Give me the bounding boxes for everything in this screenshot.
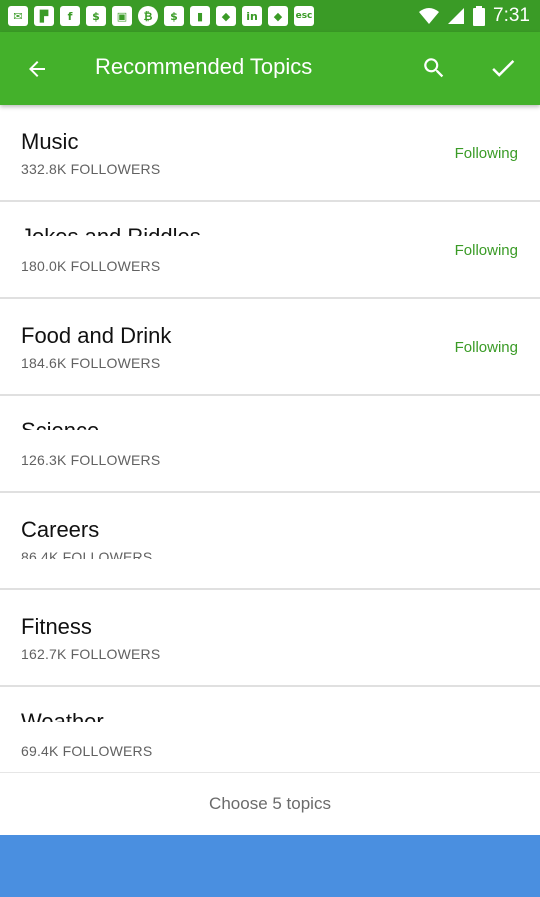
topic-row-weather[interactable]: Weather 69.4K FOLLOWERS bbox=[0, 687, 540, 773]
topic-name: Science bbox=[21, 418, 99, 430]
esc-icon: esc bbox=[294, 6, 314, 26]
follower-count: 69.4K FOLLOWERS bbox=[21, 743, 153, 759]
topic-name: Careers bbox=[21, 517, 100, 542]
fox-icon: ◆ bbox=[216, 6, 236, 26]
topic-row-jokes[interactable]: Jokes and Riddles 180.0K FOLLOWERS Follo… bbox=[0, 202, 540, 299]
follower-count: 162.7K FOLLOWERS bbox=[21, 646, 161, 662]
search-icon bbox=[424, 58, 444, 78]
image-icon: ▣ bbox=[112, 6, 132, 26]
check-icon bbox=[492, 60, 515, 77]
arrow-left-icon bbox=[29, 61, 45, 77]
status-bar: ✉ ▛ f $ ▣ ₿ $ ▮ ◆ in ◆ esc 7:31 bbox=[0, 0, 540, 32]
flipboard-icon: ▛ bbox=[34, 6, 54, 26]
topic-selection-hint: Choose 5 topics bbox=[0, 773, 540, 835]
money-bag-icon: $ bbox=[164, 6, 184, 26]
battery-icon bbox=[473, 6, 486, 26]
follower-count: 126.3K FOLLOWERS bbox=[21, 452, 161, 468]
follow-status[interactable]: Following bbox=[455, 339, 518, 356]
topic-row-fitness[interactable]: Fitness 162.7K FOLLOWERS bbox=[0, 590, 540, 687]
follow-status[interactable]: Following bbox=[455, 145, 518, 162]
wifi-icon bbox=[419, 8, 440, 24]
topic-name: Fitness bbox=[21, 614, 92, 639]
topic-row-science[interactable]: Science 126.3K FOLLOWERS bbox=[0, 396, 540, 493]
topic-name: Music bbox=[21, 129, 79, 154]
follower-count: 184.6K FOLLOWERS bbox=[21, 355, 161, 371]
topic-row-music[interactable]: Music 332.8K FOLLOWERS Following bbox=[0, 105, 540, 202]
topic-row-food[interactable]: Food and Drink 184.6K FOLLOWERS Followin… bbox=[0, 299, 540, 396]
follower-count: 86.4K FOLLOWERS bbox=[21, 549, 153, 559]
sd-card-icon: ▮ bbox=[190, 6, 210, 26]
search-button[interactable] bbox=[416, 50, 452, 86]
money-bag-icon: $ bbox=[86, 6, 106, 26]
confirm-button[interactable] bbox=[484, 50, 522, 86]
fox-icon: ◆ bbox=[268, 6, 288, 26]
follow-status[interactable]: Following bbox=[455, 242, 518, 259]
topic-list: Music 332.8K FOLLOWERS Following Jokes a… bbox=[0, 105, 540, 773]
status-time: 7:31 bbox=[493, 5, 530, 26]
linkedin-icon: in bbox=[242, 6, 262, 26]
facebook-icon: f bbox=[60, 6, 80, 26]
back-button[interactable] bbox=[20, 52, 54, 86]
topic-name: Food and Drink bbox=[21, 323, 172, 348]
mail-icon: ✉ bbox=[8, 6, 28, 26]
signal-icon bbox=[448, 8, 465, 24]
bottom-bar[interactable] bbox=[0, 835, 540, 897]
topic-name: Jokes and Riddles bbox=[21, 224, 201, 236]
topic-name: Weather bbox=[21, 709, 104, 722]
page-title: Recommended Topics bbox=[95, 54, 313, 78]
app-bar: Recommended Topics bbox=[0, 32, 540, 105]
topic-row-careers[interactable]: Careers 86.4K FOLLOWERS bbox=[0, 493, 540, 590]
follower-count: 180.0K FOLLOWERS bbox=[21, 258, 161, 274]
bitcoin-icon: ₿ bbox=[138, 6, 158, 26]
follower-count: 332.8K FOLLOWERS bbox=[21, 161, 161, 177]
notification-icons: ✉ ▛ f $ ▣ ₿ $ ▮ ◆ in ◆ esc bbox=[8, 6, 314, 26]
